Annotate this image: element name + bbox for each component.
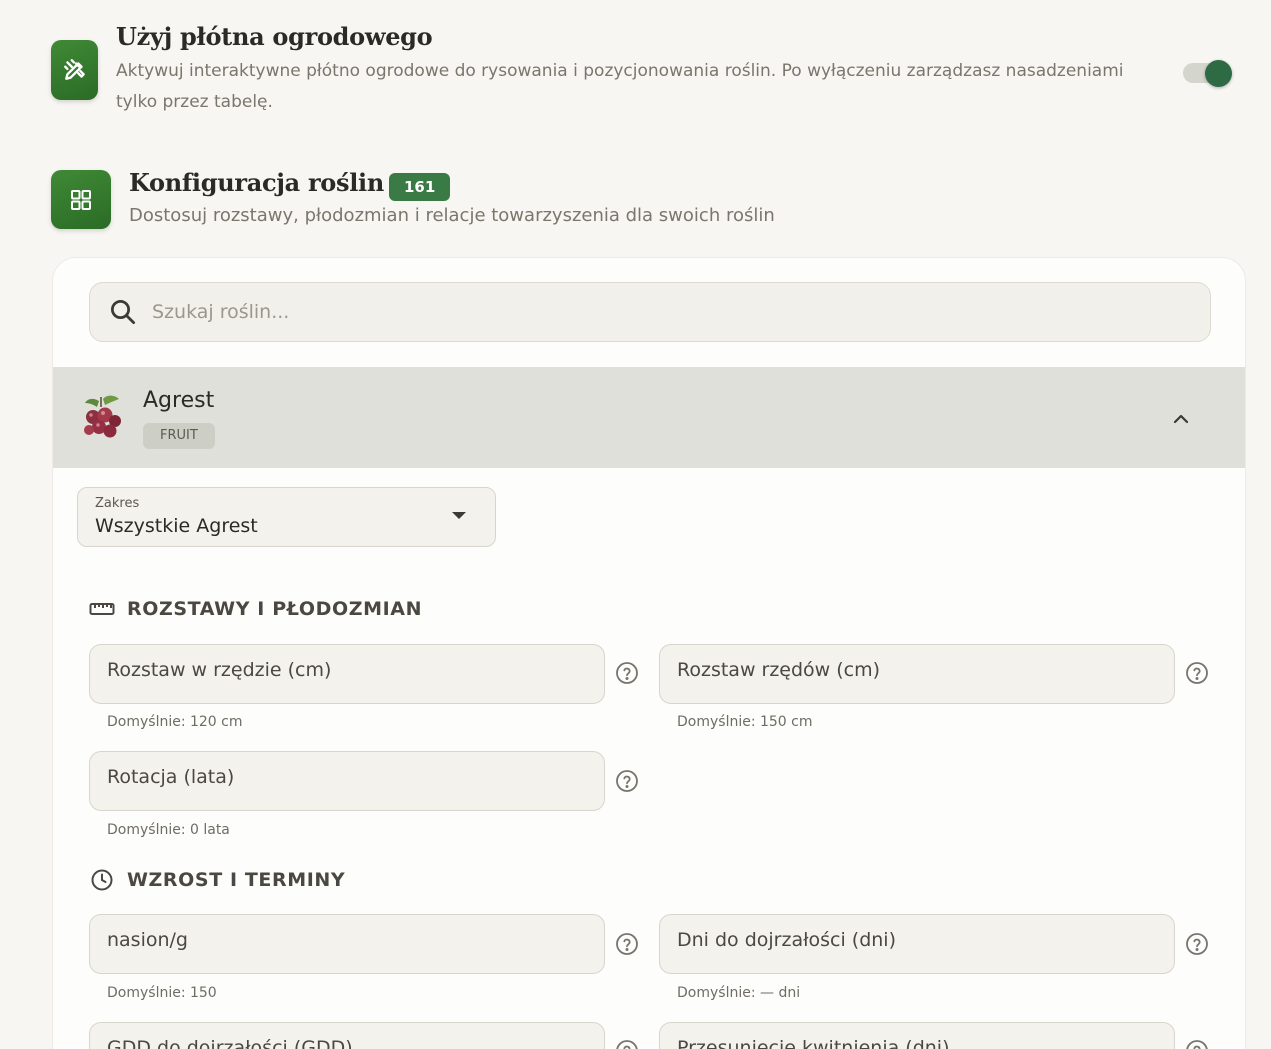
field-hint: Domyślnie: 120 cm	[107, 714, 243, 730]
scope-select[interactable]: Zakres Wszystkie Agrest	[77, 487, 496, 547]
help-icon[interactable]	[615, 769, 639, 793]
help-icon[interactable]	[615, 932, 639, 956]
plant-search-box[interactable]	[89, 282, 1211, 342]
bloom-offset-field[interactable]: Przesunięcie kwitnienia (dni)	[659, 1022, 1175, 1049]
seeds-per-gram-field[interactable]: nasion/g	[89, 914, 605, 974]
plant-config-card: Agrest FRUIT Zakres Wszystkie Agrest ROZ…	[52, 257, 1246, 1049]
field-hint: Domyślnie: — dni	[677, 985, 801, 1001]
field-hint: Domyślnie: 0 lata	[107, 822, 230, 838]
field-hint: Domyślnie: 150	[107, 985, 217, 1001]
ruler-icon	[89, 603, 115, 615]
field-label: Rozstaw w rzędzie (cm)	[107, 659, 332, 681]
plant-count-badge: 161	[389, 173, 451, 201]
help-icon[interactable]	[1185, 932, 1209, 956]
field-label: Dni do dojrzałości (dni)	[677, 929, 897, 951]
scope-select-label: Zakres	[95, 496, 140, 511]
scope-select-value: Wszystkie Agrest	[95, 515, 258, 537]
plant-name: Agrest	[143, 388, 215, 413]
field-label: nasion/g	[107, 929, 188, 951]
caret-down-icon	[452, 512, 466, 519]
plant-search-input[interactable]	[152, 297, 1052, 327]
plant-category-tag: FRUIT	[143, 423, 215, 449]
grid-icon	[51, 170, 111, 229]
clock-icon	[91, 869, 113, 891]
search-icon	[111, 300, 135, 324]
field-hint: Domyślnie: 150 cm	[677, 714, 813, 730]
gdd-to-maturity-field[interactable]: GDD do dojrzałości (GDD)	[89, 1022, 605, 1049]
plant-accordion-header[interactable]: Agrest FRUIT	[53, 367, 1245, 468]
pencil-ruler-icon	[51, 40, 98, 100]
garden-canvas-toggle[interactable]	[1181, 58, 1233, 87]
days-to-maturity-field[interactable]: Dni do dojrzałości (dni)	[659, 914, 1175, 974]
help-icon[interactable]	[615, 1039, 639, 1049]
canvas-section-title: Użyj płótna ogrodowego	[116, 22, 433, 51]
growth-group-title: WZROST I TERMINY	[127, 869, 346, 891]
field-label: Rozstaw rzędów (cm)	[677, 659, 881, 681]
rotation-field[interactable]: Rotacja (lata)	[89, 751, 605, 811]
growth-group-heading: WZROST I TERMINY	[89, 867, 345, 893]
plant-config-description: Dostosuj rozstawy, płodozmian i relacje …	[129, 205, 775, 226]
spacing-group-heading: ROZSTAWY I PŁODOZMIAN	[89, 596, 422, 622]
row-spacing-field[interactable]: Rozstaw rzędów (cm)	[659, 644, 1175, 704]
field-label: GDD do dojrzałości (GDD)	[107, 1037, 353, 1049]
plant-config-title: Konfiguracja roślin	[129, 168, 385, 197]
toggle-knob	[1205, 60, 1232, 87]
help-icon[interactable]	[615, 661, 639, 685]
canvas-section-description: Aktywuj interaktywne płótno ogrodowe do …	[116, 61, 1124, 112]
field-label: Rotacja (lata)	[107, 766, 235, 788]
help-icon[interactable]	[1185, 661, 1209, 685]
spacing-group-title: ROZSTAWY I PŁODOZMIAN	[127, 598, 423, 620]
help-icon[interactable]	[1185, 1039, 1209, 1049]
in-row-spacing-field[interactable]: Rozstaw w rzędzie (cm)	[89, 644, 605, 704]
field-label: Przesunięcie kwitnienia (dni)	[677, 1037, 950, 1049]
chevron-up-icon[interactable]	[1169, 407, 1193, 431]
gooseberry-icon	[84, 395, 121, 438]
